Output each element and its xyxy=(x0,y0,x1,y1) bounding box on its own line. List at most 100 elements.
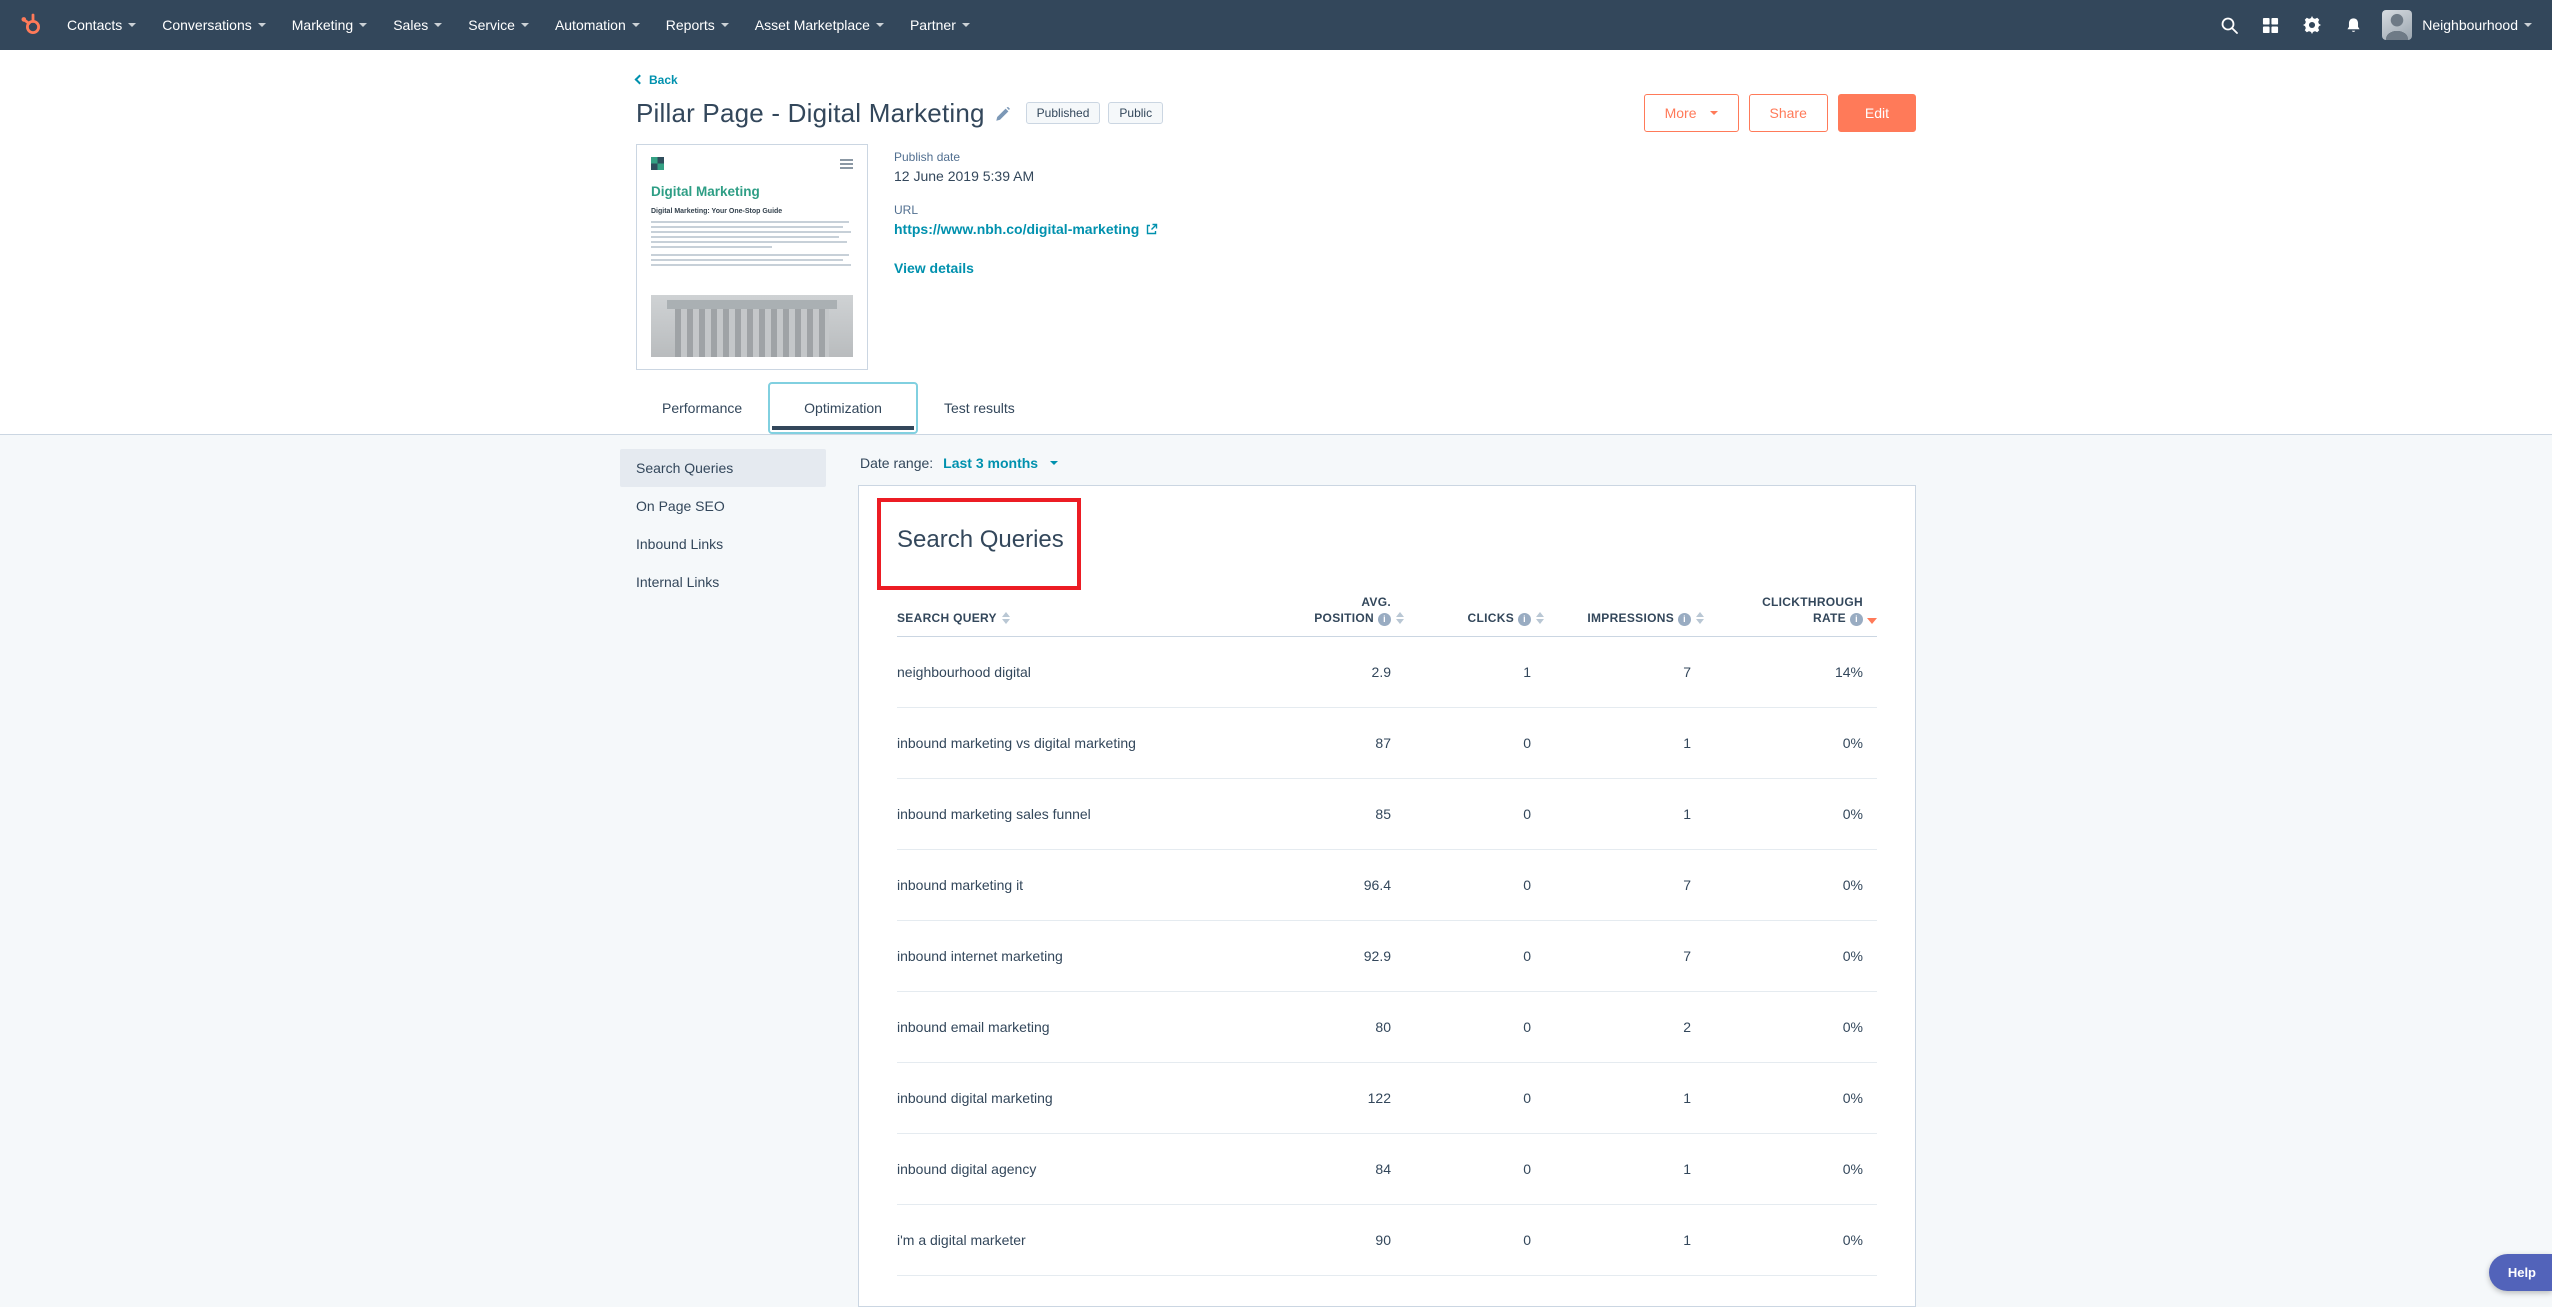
column-header-clicks[interactable]: CLICKS xyxy=(1405,610,1545,626)
cell-clicks: 0 xyxy=(1405,779,1545,849)
info-icon[interactable] xyxy=(1678,613,1691,626)
nav-item-label: Service xyxy=(468,17,515,33)
view-details-link[interactable]: View details xyxy=(894,260,974,276)
column-header-impressions[interactable]: IMPRESSIONS xyxy=(1545,610,1705,626)
info-icon[interactable] xyxy=(1850,613,1863,626)
back-chevron-icon xyxy=(635,75,645,85)
column-label: CLICKTHROUGH RATE xyxy=(1762,595,1863,625)
cell-clickthrough-rate: 0% xyxy=(1705,850,1877,920)
sidebar-item[interactable]: Inbound Links xyxy=(620,525,826,563)
table-row[interactable]: inbound email marketing 80 0 2 0% xyxy=(897,992,1877,1063)
table-row[interactable]: inbound digital agency 84 0 1 0% xyxy=(897,1134,1877,1205)
cell-avg-position: 80 xyxy=(1225,992,1405,1062)
tab-performance[interactable]: Performance xyxy=(636,382,768,434)
cell-clicks: 0 xyxy=(1405,708,1545,778)
more-button[interactable]: More xyxy=(1644,94,1739,132)
notifications-icon[interactable] xyxy=(2333,17,2374,34)
sidebar-item[interactable]: Search Queries xyxy=(620,449,826,487)
nav-item[interactable]: Conversations xyxy=(149,0,279,50)
marketplace-icon[interactable] xyxy=(2250,17,2291,34)
nav-item[interactable]: Contacts xyxy=(54,0,149,50)
nav-item[interactable]: Automation xyxy=(542,0,653,50)
page-title: Pillar Page - Digital Marketing xyxy=(636,98,985,129)
nav-item[interactable]: Sales xyxy=(380,0,455,50)
page-meta: Publish date 12 June 2019 5:39 AM URL ht… xyxy=(894,144,1158,370)
nav-item-label: Asset Marketplace xyxy=(755,17,870,33)
page-thumbnail[interactable]: Digital Marketing Digital Marketing: You… xyxy=(636,144,868,370)
account-name: Neighbourhood xyxy=(2422,17,2518,33)
table-row[interactable]: inbound marketing sales funnel 85 0 1 0% xyxy=(897,779,1877,850)
nav-item[interactable]: Reports xyxy=(653,0,742,50)
thumbnail-menu-icon xyxy=(840,157,853,169)
caret-down-icon xyxy=(876,23,884,27)
nav-menu: Contacts Conversations Marketing Sales S… xyxy=(54,0,983,50)
page-url-link[interactable]: https://www.nbh.co/digital-marketing xyxy=(894,221,1158,237)
column-header-avg-position[interactable]: AVG. POSITION xyxy=(1225,594,1405,626)
caret-down-icon xyxy=(258,23,266,27)
account-menu[interactable]: Neighbourhood xyxy=(2422,17,2532,33)
table-row[interactable]: inbound marketing it 96.4 0 7 0% xyxy=(897,850,1877,921)
table-row[interactable]: inbound internet marketing 92.9 0 7 0% xyxy=(897,921,1877,992)
cell-search-query: inbound marketing it xyxy=(897,850,1225,920)
hubspot-logo-icon[interactable] xyxy=(18,12,44,38)
caret-down-icon xyxy=(721,23,729,27)
table-row[interactable]: neighbourhood digital 2.9 1 7 14% xyxy=(897,637,1877,708)
settings-icon[interactable] xyxy=(2291,16,2333,34)
cell-clicks: 1 xyxy=(1405,637,1545,707)
back-link[interactable]: Back xyxy=(636,73,678,87)
table-row[interactable]: inbound marketing vs digital marketing 8… xyxy=(897,708,1877,779)
page-header: Back Pillar Page - Digital Marketing Pub… xyxy=(0,50,2552,434)
sort-carets-icon xyxy=(1695,612,1705,626)
nav-item[interactable]: Partner xyxy=(897,0,983,50)
edit-title-pencil-icon[interactable] xyxy=(995,107,1010,122)
nav-item[interactable]: Service xyxy=(455,0,542,50)
tab-optimization[interactable]: Optimization xyxy=(768,382,918,434)
caret-down-icon xyxy=(128,23,136,27)
cell-clickthrough-rate: 0% xyxy=(1705,921,1877,991)
nav-item[interactable]: Asset Marketplace xyxy=(742,0,897,50)
date-range-row: Date range: Last 3 months xyxy=(858,449,1916,471)
edit-button[interactable]: Edit xyxy=(1838,94,1916,132)
search-queries-card: Search Queries SEARCH QUERY AVG. POSITIO… xyxy=(858,485,1916,1307)
cell-impressions: 1 xyxy=(1545,1205,1705,1275)
status-badge-published: Published xyxy=(1026,102,1101,124)
table-row[interactable]: inbound digital marketing 122 0 1 0% xyxy=(897,1063,1877,1134)
caret-down-icon xyxy=(962,23,970,27)
date-range-select[interactable]: Last 3 months xyxy=(943,455,1058,471)
header-actions: More Share Edit xyxy=(1644,94,1916,132)
external-link-icon xyxy=(1145,223,1158,236)
table-row[interactable]: i'm a digital marketer 90 0 1 0% xyxy=(897,1205,1877,1276)
cell-impressions: 2 xyxy=(1545,992,1705,1062)
sidebar-item[interactable]: On Page SEO xyxy=(620,487,826,525)
share-button[interactable]: Share xyxy=(1749,94,1828,132)
nav-item-label: Reports xyxy=(666,17,715,33)
search-queries-table: SEARCH QUERY AVG. POSITION CLICKS xyxy=(897,594,1877,1276)
card-heading: Search Queries xyxy=(897,526,1877,554)
nav-item[interactable]: Marketing xyxy=(279,0,380,50)
column-label: IMPRESSIONS xyxy=(1587,611,1674,625)
column-header-clickthrough-rate[interactable]: CLICKTHROUGH RATE xyxy=(1705,594,1877,626)
cell-avg-position: 85 xyxy=(1225,779,1405,849)
search-icon[interactable] xyxy=(2208,16,2250,34)
column-header-search-query[interactable]: SEARCH QUERY xyxy=(897,610,1225,626)
info-icon[interactable] xyxy=(1378,613,1391,626)
help-button[interactable]: Help xyxy=(2489,1254,2552,1291)
sidebar-item[interactable]: Internal Links xyxy=(620,563,826,601)
cell-clicks: 0 xyxy=(1405,992,1545,1062)
back-label: Back xyxy=(649,73,678,87)
cell-avg-position: 2.9 xyxy=(1225,637,1405,707)
tab-test-results[interactable]: Test results xyxy=(918,382,1041,434)
caret-down-icon xyxy=(1710,111,1718,115)
avatar[interactable] xyxy=(2382,10,2412,40)
cell-clickthrough-rate: 0% xyxy=(1705,992,1877,1062)
tabs: Performance Optimization Test results xyxy=(636,382,1916,434)
cell-clickthrough-rate: 14% xyxy=(1705,637,1877,707)
optimization-sidebar: Search Queries On Page SEO Inbound Links… xyxy=(620,449,826,601)
caret-down-icon xyxy=(632,23,640,27)
main-panel: Date range: Last 3 months Search Queries… xyxy=(858,449,1916,1307)
hero-row: Digital Marketing Digital Marketing: You… xyxy=(636,144,1916,370)
cell-avg-position: 96.4 xyxy=(1225,850,1405,920)
cell-search-query: inbound internet marketing xyxy=(897,921,1225,991)
cell-clicks: 0 xyxy=(1405,1134,1545,1204)
info-icon[interactable] xyxy=(1518,613,1531,626)
